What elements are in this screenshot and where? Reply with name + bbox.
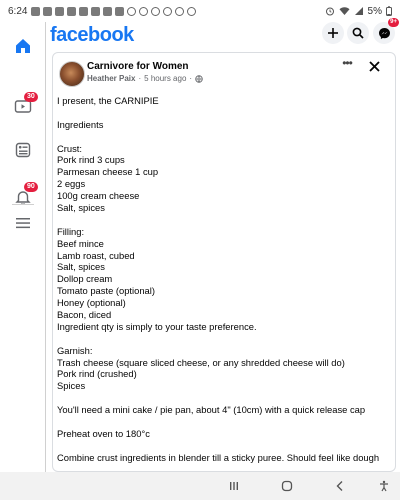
rail-video[interactable]: 30 (0, 88, 46, 124)
accessibility-icon (380, 480, 388, 492)
create-button[interactable] (322, 22, 344, 44)
signal-icon (354, 7, 363, 15)
notification-icon (43, 6, 53, 16)
wifi-icon (339, 7, 350, 15)
status-notification-icons (31, 6, 197, 16)
post-text-line: Trash cheese (square sliced cheese, or a… (57, 356, 345, 368)
messenger-icon (378, 27, 390, 39)
post-text-line: I present, the CARNIPIE (57, 95, 159, 106)
notification-icon (91, 6, 101, 16)
rail-feeds[interactable] (0, 132, 46, 168)
home-circle-icon (281, 480, 293, 492)
post-time[interactable]: 5 hours ago (144, 74, 186, 83)
video-badge: 30 (24, 92, 38, 102)
notifications-badge: 90 (24, 182, 38, 192)
post-text-line: Garnish: (57, 344, 93, 356)
notification-icon (187, 6, 197, 16)
notification-icon (175, 6, 185, 16)
post-text-line: Pork rind 3 cups (57, 154, 125, 166)
more-options-button[interactable]: ••• (339, 57, 355, 72)
notification-icon (115, 6, 125, 16)
post-text-line: Ingredient qty is simply to your taste p… (57, 320, 257, 332)
facebook-logo[interactable]: facebook (50, 24, 134, 47)
post-text-line: Lamb roast, cubed (57, 249, 135, 261)
status-bar: 6:24 5% (0, 0, 400, 22)
home-button[interactable] (279, 478, 295, 494)
post-card: Carnivore for Women Heather Paix · 5 hou… (52, 52, 396, 472)
search-icon (352, 27, 364, 39)
battery-icon (386, 6, 392, 16)
battery-percent: 5% (367, 5, 382, 17)
close-post-button[interactable] (366, 58, 382, 74)
back-button[interactable] (332, 478, 348, 494)
group-avatar[interactable] (59, 61, 85, 87)
feeds-icon (15, 142, 31, 158)
post-meta: Heather Paix · 5 hours ago · (87, 74, 203, 83)
messenger-badge: 9+ (388, 18, 399, 27)
post-text-line: Combine crust ingredients in blender til… (57, 451, 380, 463)
post-text-line: Pork rind (crushed) (57, 368, 137, 380)
globe-icon (195, 74, 203, 83)
meta-separator: · (189, 74, 193, 83)
messenger-button[interactable]: 9+ (373, 18, 399, 44)
group-name[interactable]: Carnivore for Women (87, 61, 189, 72)
post-text-line: Crust: (57, 142, 83, 154)
post-text-line: 2 eggs (57, 178, 86, 190)
menu-icon (16, 218, 30, 229)
status-time: 6:24 (8, 5, 28, 17)
system-nav-bar (0, 472, 400, 500)
notification-icon (127, 6, 137, 16)
notification-icon (67, 6, 77, 16)
close-icon (368, 60, 380, 72)
notification-icon (31, 6, 41, 16)
post-text-line: Salt, spices (57, 261, 105, 273)
search-button[interactable] (347, 22, 369, 44)
post-body: I present, the CARNIPIE Ingredients Crust:… (57, 95, 391, 464)
notification-icon (151, 6, 161, 16)
notification-icon (55, 6, 65, 16)
post-text-line: Preheat oven to 180°c (57, 427, 150, 439)
post-text-line: Ingredients (57, 118, 104, 130)
recents-button[interactable] (226, 478, 242, 494)
post-text-line: Bacon, diced (57, 309, 112, 321)
post-text-line: Salt, spices (57, 202, 105, 214)
post-text-line: Beef mince (57, 237, 104, 249)
notification-icon (79, 6, 89, 16)
post-text-line: You'll need a mini cake / pie pan, about… (57, 404, 366, 416)
post-text-line: Filling: (57, 225, 85, 237)
meta-separator: · (138, 74, 142, 83)
post-text-line: Parmesan cheese 1 cup (57, 166, 159, 178)
post-text-line: Honey (optional) (57, 297, 126, 309)
alarm-icon (325, 7, 334, 16)
accessibility-button[interactable] (376, 478, 392, 494)
back-icon (336, 481, 343, 491)
status-right: 5% (325, 6, 392, 17)
left-nav-rail: 30 90 (0, 22, 46, 472)
author-name[interactable]: Heather Paix (87, 74, 135, 83)
post-text-line: 100g cream cheese (57, 190, 140, 202)
notification-icon (163, 6, 173, 16)
recents-icon (230, 482, 238, 490)
post-text-line: Tomato paste (optional) (57, 285, 155, 297)
home-icon (16, 39, 30, 53)
post-text-line: Dollop cream (57, 273, 113, 285)
plus-icon (328, 28, 338, 38)
rail-home[interactable] (0, 28, 46, 64)
rail-menu[interactable] (0, 205, 46, 241)
post-text-line: Spices (57, 380, 86, 392)
notification-icon (139, 6, 149, 16)
notification-icon (103, 6, 113, 16)
